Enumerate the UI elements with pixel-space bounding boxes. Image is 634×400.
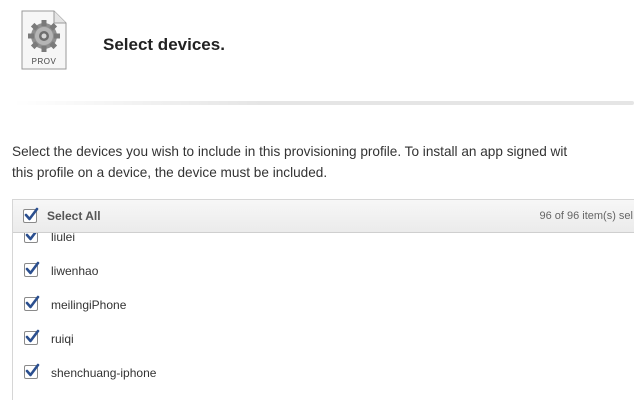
page-title: Select devices. <box>103 35 225 54</box>
device-row[interactable]: shenchuang-iphone <box>13 361 634 395</box>
checkmark-icon <box>24 207 39 221</box>
checkmark-icon <box>25 261 40 275</box>
device-row[interactable]: meilingiPhone <box>13 293 634 327</box>
device-list-header: Select All 96 of 96 item(s) sel <box>13 200 634 233</box>
device-row[interactable]: ruiqi <box>13 327 634 361</box>
instructions-line-2: this profile on a device, the device mus… <box>12 165 328 180</box>
instructions-text: Select the devices you wish to include i… <box>12 141 634 183</box>
checkmark-icon <box>25 295 40 309</box>
device-rows: liulei liwenhao meilingiPhone ruiqi shen… <box>13 225 634 395</box>
instructions-line-1: Select the devices you wish to include i… <box>12 144 568 159</box>
selected-count: 96 of 96 item(s) sel <box>539 210 633 222</box>
device-name: shenchuang-iphone <box>51 366 157 380</box>
device-checkbox[interactable] <box>24 261 40 277</box>
provisioning-profile-icon: PROV <box>20 10 68 70</box>
checkmark-icon <box>25 329 40 343</box>
select-all-label[interactable]: Select All <box>47 209 101 223</box>
device-name: meilingiPhone <box>51 298 127 312</box>
device-checkbox[interactable] <box>24 363 40 379</box>
device-checkbox[interactable] <box>24 329 40 345</box>
select-all-checkbox[interactable] <box>23 207 39 223</box>
checkmark-icon <box>25 363 40 377</box>
device-checkbox[interactable] <box>24 295 40 311</box>
device-row[interactable]: liwenhao <box>13 259 634 293</box>
icon-caption: PROV <box>31 57 57 66</box>
device-name: ruiqi <box>51 332 74 346</box>
section-divider <box>12 101 634 105</box>
device-list: Select All 96 of 96 item(s) sel liulei l… <box>12 199 634 400</box>
device-name: liwenhao <box>51 264 99 278</box>
